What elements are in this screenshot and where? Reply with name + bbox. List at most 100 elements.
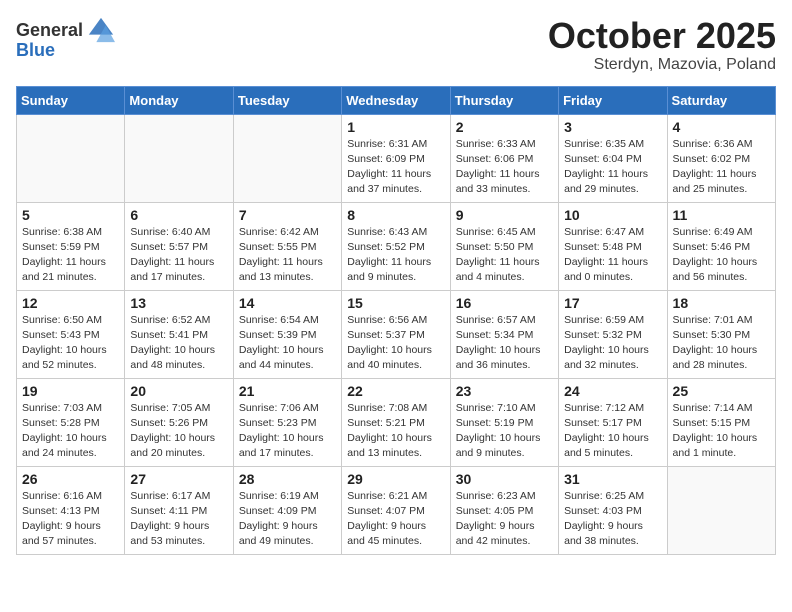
calendar-day-cell: 4Sunrise: 6:36 AM Sunset: 6:02 PM Daylig… [667, 114, 775, 202]
calendar-day-header: Sunday [17, 86, 125, 114]
day-number: 19 [22, 383, 119, 399]
calendar-week-row: 12Sunrise: 6:50 AM Sunset: 5:43 PM Dayli… [17, 290, 776, 378]
calendar-day-header: Wednesday [342, 86, 450, 114]
day-info: Sunrise: 6:49 AM Sunset: 5:46 PM Dayligh… [673, 225, 770, 286]
calendar-day-cell: 16 Sunrise: 6:57 AM Sunset: 5:34 PM Dayli… [450, 290, 558, 378]
day-number: 31 [564, 471, 661, 487]
day-number: 21 [239, 383, 336, 399]
day-number: 10 [564, 207, 661, 223]
day-info: Sunrise: 7:14 AM Sunset: 5:15 PM Dayligh… [673, 401, 770, 462]
day-number: 8 [347, 207, 444, 223]
day-number: 29 [347, 471, 444, 487]
day-number: 26 [22, 471, 119, 487]
day-info: Sunrise: 6:52 AM Sunset: 5:41 PM Dayligh… [130, 313, 227, 374]
day-number: 6 [130, 207, 227, 223]
day-info: Sunrise: 6:50 AM Sunset: 5:43 PM Dayligh… [22, 313, 119, 374]
title-block: October 2025 Sterdyn, Mazovia, Poland [548, 16, 776, 74]
day-number: 17 [564, 295, 661, 311]
calendar-table: SundayMondayTuesdayWednesdayThursdayFrid… [16, 86, 776, 555]
day-number: 25 [673, 383, 770, 399]
calendar-day-cell: 10 Sunrise: 6:47 AM Sunset: 5:48 PM Dayli… [559, 202, 667, 290]
page-header: General Blue October 2025 Sterdyn, Mazov… [16, 16, 776, 74]
day-info: Sunrise: 6:56 AM Sunset: 5:37 PM Dayligh… [347, 313, 444, 374]
day-info: Sunrise: 7:05 AM Sunset: 5:26 PM Dayligh… [130, 401, 227, 462]
calendar-day-cell [667, 466, 775, 554]
day-info: Sunrise: 7:12 AM Sunset: 5:17 PM Dayligh… [564, 401, 661, 462]
calendar-day-cell: 21Sunrise: 7:06 AM Sunset: 5:23 PM Dayli… [233, 378, 341, 466]
calendar-day-cell: 8 Sunrise: 6:43 AM Sunset: 5:52 PM Daylig… [342, 202, 450, 290]
day-info: Sunrise: 6:59 AM Sunset: 5:32 PM Dayligh… [564, 313, 661, 374]
day-number: 13 [130, 295, 227, 311]
day-info: Sunrise: 6:42 AM Sunset: 5:55 PM Dayligh… [239, 225, 336, 286]
calendar-day-cell: 1 Sunrise: 6:31 AM Sunset: 6:09 PM Daylig… [342, 114, 450, 202]
calendar-day-cell: 5 Sunrise: 6:38 AM Sunset: 5:59 PM Daylig… [17, 202, 125, 290]
logo-text-general: General [16, 20, 83, 41]
calendar-day-cell: 30 Sunrise: 6:23 AM Sunset: 4:05 PM Dayli… [450, 466, 558, 554]
day-info: Sunrise: 6:45 AM Sunset: 5:50 PM Dayligh… [456, 225, 553, 286]
calendar-day-header: Thursday [450, 86, 558, 114]
calendar-day-cell: 18 Sunrise: 7:01 AM Sunset: 5:30 PM Dayli… [667, 290, 775, 378]
calendar-day-cell: 22Sunrise: 7:08 AM Sunset: 5:21 PM Dayli… [342, 378, 450, 466]
day-number: 23 [456, 383, 553, 399]
calendar-day-cell: 31 Sunrise: 6:25 AM Sunset: 4:03 PM Dayli… [559, 466, 667, 554]
day-number: 30 [456, 471, 553, 487]
day-number: 5 [22, 207, 119, 223]
calendar-day-cell: 2Sunrise: 6:33 AM Sunset: 6:06 PM Daylig… [450, 114, 558, 202]
subtitle: Sterdyn, Mazovia, Poland [548, 56, 776, 74]
day-info: Sunrise: 6:21 AM Sunset: 4:07 PM Dayligh… [347, 489, 444, 550]
day-number: 3 [564, 119, 661, 135]
calendar-day-cell: 11 Sunrise: 6:49 AM Sunset: 5:46 PM Dayli… [667, 202, 775, 290]
calendar-day-cell: 28 Sunrise: 6:19 AM Sunset: 4:09 PM Dayli… [233, 466, 341, 554]
day-number: 28 [239, 471, 336, 487]
calendar-week-row: 19 Sunrise: 7:03 AM Sunset: 5:28 PM Dayli… [17, 378, 776, 466]
calendar-day-cell: 3 Sunrise: 6:35 AM Sunset: 6:04 PM Daylig… [559, 114, 667, 202]
calendar-day-cell: 24 Sunrise: 7:12 AM Sunset: 5:17 PM Dayli… [559, 378, 667, 466]
day-number: 11 [673, 207, 770, 223]
calendar-week-row: 1 Sunrise: 6:31 AM Sunset: 6:09 PM Daylig… [17, 114, 776, 202]
day-number: 20 [130, 383, 227, 399]
day-info: Sunrise: 6:38 AM Sunset: 5:59 PM Dayligh… [22, 225, 119, 286]
day-info: Sunrise: 6:25 AM Sunset: 4:03 PM Dayligh… [564, 489, 661, 550]
calendar-day-header: Saturday [667, 86, 775, 114]
day-info: Sunrise: 7:08 AM Sunset: 5:21 PM Dayligh… [347, 401, 444, 462]
day-number: 27 [130, 471, 227, 487]
day-info: Sunrise: 6:40 AM Sunset: 5:57 PM Dayligh… [130, 225, 227, 286]
calendar-week-row: 26Sunrise: 6:16 AM Sunset: 4:13 PM Dayli… [17, 466, 776, 554]
day-number: 15 [347, 295, 444, 311]
logo-icon [87, 16, 115, 44]
calendar-day-cell [17, 114, 125, 202]
day-info: Sunrise: 6:35 AM Sunset: 6:04 PM Dayligh… [564, 137, 661, 198]
logo: General Blue [16, 16, 115, 61]
calendar-header-row: SundayMondayTuesdayWednesdayThursdayFrid… [17, 86, 776, 114]
calendar-day-cell: 19 Sunrise: 7:03 AM Sunset: 5:28 PM Dayli… [17, 378, 125, 466]
day-number: 2 [456, 119, 553, 135]
day-info: Sunrise: 7:10 AM Sunset: 5:19 PM Dayligh… [456, 401, 553, 462]
day-number: 7 [239, 207, 336, 223]
calendar-day-cell: 6 Sunrise: 6:40 AM Sunset: 5:57 PM Daylig… [125, 202, 233, 290]
calendar-day-cell: 12Sunrise: 6:50 AM Sunset: 5:43 PM Dayli… [17, 290, 125, 378]
day-info: Sunrise: 6:17 AM Sunset: 4:11 PM Dayligh… [130, 489, 227, 550]
day-info: Sunrise: 6:43 AM Sunset: 5:52 PM Dayligh… [347, 225, 444, 286]
day-number: 18 [673, 295, 770, 311]
calendar-day-header: Monday [125, 86, 233, 114]
day-info: Sunrise: 7:01 AM Sunset: 5:30 PM Dayligh… [673, 313, 770, 374]
day-info: Sunrise: 6:47 AM Sunset: 5:48 PM Dayligh… [564, 225, 661, 286]
calendar-day-header: Friday [559, 86, 667, 114]
day-number: 24 [564, 383, 661, 399]
calendar-day-cell [125, 114, 233, 202]
day-info: Sunrise: 6:31 AM Sunset: 6:09 PM Dayligh… [347, 137, 444, 198]
calendar-day-cell [233, 114, 341, 202]
day-info: Sunrise: 6:23 AM Sunset: 4:05 PM Dayligh… [456, 489, 553, 550]
calendar-day-cell: 7 Sunrise: 6:42 AM Sunset: 5:55 PM Daylig… [233, 202, 341, 290]
day-number: 16 [456, 295, 553, 311]
day-number: 1 [347, 119, 444, 135]
calendar-day-cell: 9Sunrise: 6:45 AM Sunset: 5:50 PM Daylig… [450, 202, 558, 290]
calendar-day-cell: 13 Sunrise: 6:52 AM Sunset: 5:41 PM Dayli… [125, 290, 233, 378]
day-info: Sunrise: 7:03 AM Sunset: 5:28 PM Dayligh… [22, 401, 119, 462]
calendar-day-cell: 25 Sunrise: 7:14 AM Sunset: 5:15 PM Dayli… [667, 378, 775, 466]
calendar-day-cell: 15 Sunrise: 6:56 AM Sunset: 5:37 PM Dayli… [342, 290, 450, 378]
calendar-day-cell: 26Sunrise: 6:16 AM Sunset: 4:13 PM Dayli… [17, 466, 125, 554]
day-info: Sunrise: 6:57 AM Sunset: 5:34 PM Dayligh… [456, 313, 553, 374]
logo-text-blue: Blue [16, 40, 55, 61]
day-info: Sunrise: 6:19 AM Sunset: 4:09 PM Dayligh… [239, 489, 336, 550]
